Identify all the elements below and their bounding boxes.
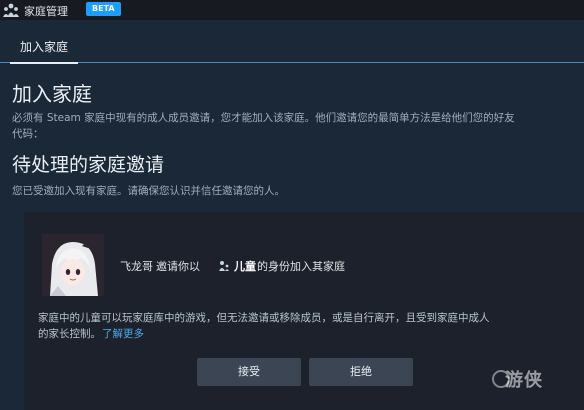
learn-more-link[interactable]: 了解更多 [102,326,144,341]
invite-text: 邀请你以 [156,260,200,273]
join-family-description-line2: 代码： [12,128,44,140]
pending-invites-title: 待处理的家庭邀请 [12,154,165,176]
decline-button[interactable]: 拒绝 [309,358,413,386]
role-tail-text: 的身份加入其家庭 [257,260,345,273]
accept-button[interactable]: 接受 [197,358,301,386]
family-icon [3,3,19,17]
tab-join-family[interactable]: 加入家庭 [10,34,79,64]
watermark: 游侠 [505,370,543,391]
role-description-line1: 家庭中的儿童可以玩家庭库中的游戏，但无法邀请或移除成员，或是自行离开，且受到家庭… [38,312,490,324]
pending-invites-subtitle: 您已受邀加入现有家庭。请确保您认识并信任邀请您的人。 [12,185,285,197]
role-label: 儿童 [234,260,256,273]
avatar-illustration [42,234,104,296]
beta-badge: BETA [86,2,121,16]
join-family-title: 加入家庭 [12,82,92,106]
join-family-description: 必须有 Steam 家庭中现有的成人成员邀请，您才能加入该家庭。他们邀请您的最简… [12,112,515,124]
inviter-name: 飞龙哥 [120,260,153,273]
child-icon [219,261,229,271]
app-title: 家庭管理 [24,5,68,18]
top-bar: 家庭管理 BETA [0,0,584,20]
role-description-line2: 的家长控制。 [38,328,101,340]
tab-bar: 加入家庭 [0,34,584,64]
avatar [42,234,104,296]
